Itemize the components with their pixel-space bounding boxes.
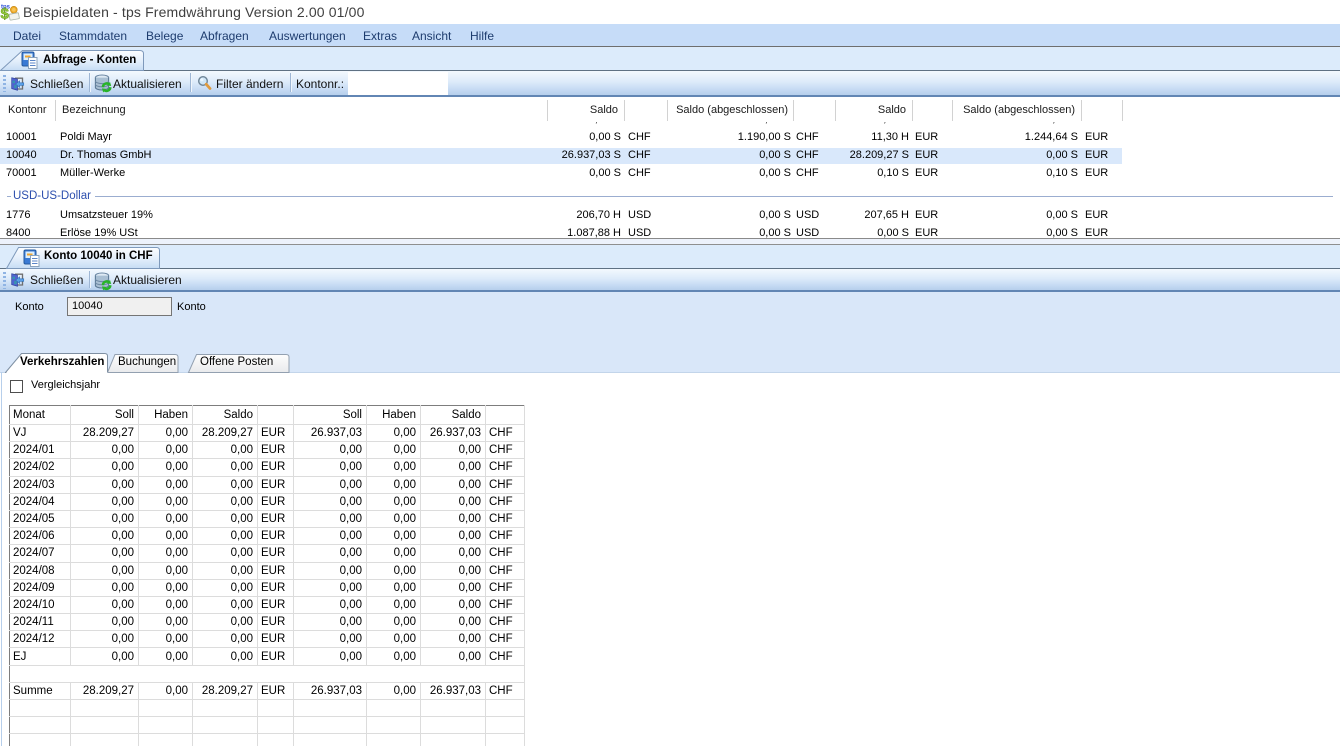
svg-text:$: $: [1, 6, 10, 23]
